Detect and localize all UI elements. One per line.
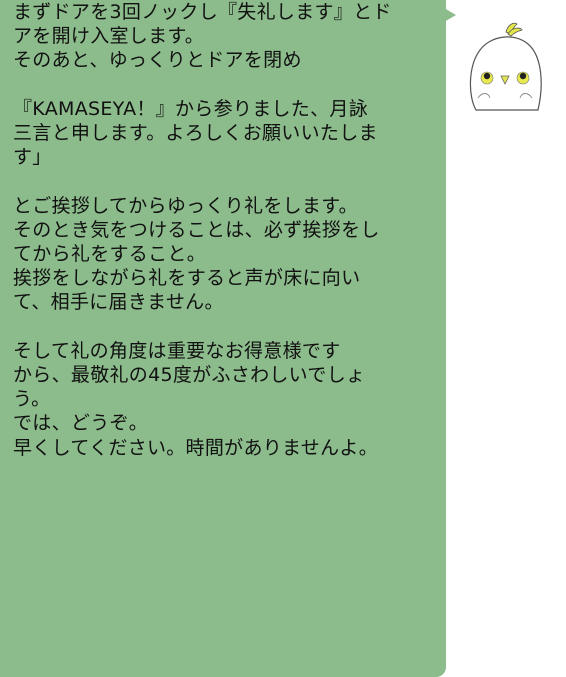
message-line: アを開け入室します。: [13, 25, 205, 48]
message-line: から、最敬礼の45度がふさわしいでしょ: [13, 364, 366, 386]
message-line: [13, 169, 436, 193]
message-line: す」: [13, 146, 52, 169]
message-line: 『KAMASEYA！』から参りました、月詠: [13, 97, 369, 120]
chat-screen: まずドアを3回ノックし『失礼します』とド アを開け入室します。 そのあと、ゆっく…: [0, 0, 566, 677]
message-line: では、どうぞ。: [13, 412, 149, 435]
bird-mascot-icon[interactable]: [462, 18, 548, 114]
message-line: そのとき気をつけることは、必ず挨拶をし: [13, 218, 380, 241]
message-line: う。: [13, 388, 51, 411]
message-line: とご挨拶してからゆっくり礼をします。: [13, 194, 358, 217]
message-line: [13, 315, 436, 339]
message-line: てから礼をすること。: [13, 243, 207, 265]
message-line: そして礼の角度は重要なお得意様です: [13, 339, 341, 362]
message-line: まずドアを3回ノックし『失礼します』とド: [13, 1, 392, 23]
message-line: て、相手に届きません。: [13, 291, 224, 314]
message-line: そのあと、ゆっくりとドアを閉め: [13, 49, 302, 72]
message-line: [13, 73, 436, 97]
message-line: 三言と申します。よろしくお願いいたしま: [13, 122, 378, 144]
bubble-tail: [444, 8, 456, 22]
message-line: 早くしてください。時間がありませんよ。: [13, 436, 378, 459]
message-line: 挨拶をしながら礼をすると声が床に向い: [13, 267, 361, 290]
message-text: まずドアを3回ノックし『失礼します』とド アを開け入室します。 そのあと、ゆっく…: [13, 0, 436, 460]
message-bubble: まずドアを3回ノックし『失礼します』とド アを開け入室します。 そのあと、ゆっく…: [0, 0, 446, 677]
